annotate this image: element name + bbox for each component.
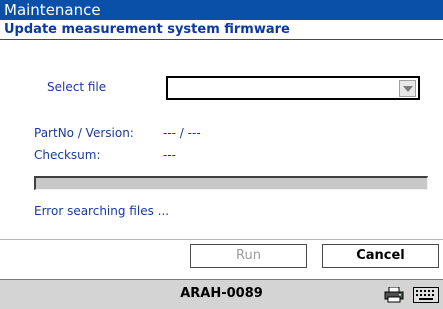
select-file-dropdown[interactable] <box>166 76 420 100</box>
select-file-label: Select file <box>47 80 107 94</box>
page-subtitle: Update measurement system firmware <box>4 22 290 37</box>
partno-version-value: --- / --- <box>163 126 201 140</box>
partno-version-label: PartNo / Version: <box>34 126 134 140</box>
status-bar: ARAH-0089 <box>0 279 443 309</box>
cancel-button[interactable]: Cancel <box>322 244 439 268</box>
divider <box>0 239 443 240</box>
device-name: ARAH-0089 <box>180 286 263 301</box>
chevron-down-icon <box>403 86 413 92</box>
checksum-value: --- <box>163 148 176 162</box>
page-subtitle-bar: Update measurement system firmware <box>0 20 443 40</box>
run-button[interactable]: Run <box>190 244 307 268</box>
window-title: Maintenance <box>4 1 101 19</box>
dropdown-arrow-button[interactable] <box>399 80 416 97</box>
keyboard-icon[interactable] <box>413 287 439 303</box>
status-message: Error searching files ... <box>34 204 170 218</box>
printer-icon[interactable] <box>384 287 404 303</box>
title-bar: Maintenance <box>0 0 443 20</box>
checksum-label: Checksum: <box>34 148 101 162</box>
progress-bar <box>34 176 428 190</box>
